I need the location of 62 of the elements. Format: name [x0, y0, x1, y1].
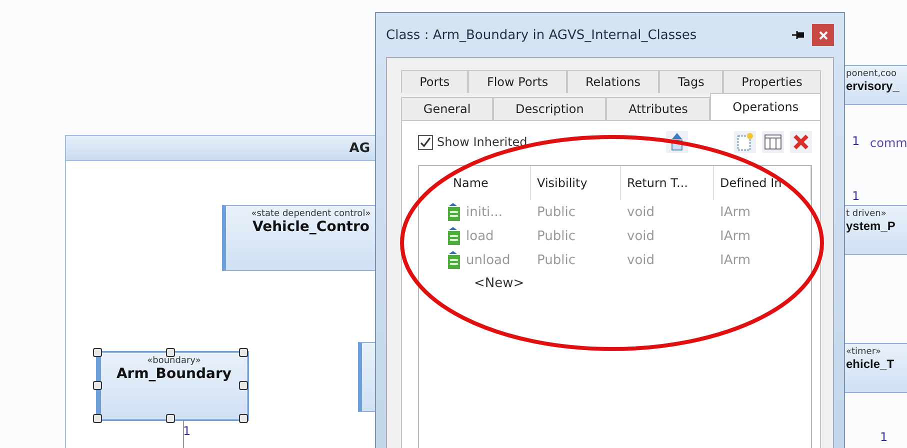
multiplicity-label: 1 [183, 424, 191, 438]
tab[interactable]: Ports [401, 70, 468, 93]
tab[interactable]: Description [493, 97, 606, 120]
table-cell-text: void [626, 204, 656, 222]
stereotype-label: «state dependent control» [251, 209, 371, 219]
selection-handle[interactable] [239, 381, 248, 390]
tab[interactable]: Tags [659, 70, 724, 93]
column-header[interactable]: Visibility [531, 166, 621, 200]
class-name: Vehicle_Contro [252, 219, 370, 235]
stereotype-label: t driven» [846, 209, 886, 219]
stereotype-label: ponent,coo [846, 69, 897, 79]
tab[interactable]: Attributes [606, 97, 710, 120]
stereotype-label: «boundary» [147, 356, 201, 366]
table-cell-text: void [626, 252, 656, 270]
table-cell-text: IArm [719, 228, 752, 246]
multiplicity-label: 1 [852, 134, 860, 148]
delete-button[interactable] [790, 131, 812, 153]
table-cell-text: Public [536, 204, 576, 222]
selection-handle[interactable] [239, 414, 248, 423]
close-button[interactable] [812, 24, 834, 46]
package-title: AG [349, 140, 370, 156]
table-cell-text: IArm [719, 252, 752, 270]
table-cell-text: IArm [719, 204, 752, 222]
new-operation-button[interactable] [734, 131, 756, 153]
check-icon [420, 136, 431, 148]
operation-icon [447, 227, 461, 245]
operation-icon [447, 203, 461, 221]
operation-icon [447, 251, 461, 269]
column-header[interactable]: Return T... [621, 166, 714, 200]
selection-handle[interactable] [93, 414, 102, 423]
selection-handle[interactable] [93, 348, 102, 357]
tab[interactable]: Relations [566, 70, 660, 93]
pin-icon[interactable] [792, 31, 804, 39]
class-name: ystem_P [846, 219, 896, 233]
close-icon [818, 30, 828, 40]
selection-handle[interactable] [93, 381, 102, 390]
new-row-placeholder[interactable]: <New> [419, 273, 524, 291]
table-cell-text: Public [536, 228, 576, 246]
selection-handle[interactable] [239, 348, 248, 357]
table-cell-text: Public [536, 252, 576, 270]
table-cell-text: void [626, 228, 656, 246]
show-inherited-checkbox[interactable]: Show Inherited [418, 134, 660, 150]
tab[interactable]: Operations [710, 93, 821, 120]
class-name: ervisory_ [846, 79, 900, 93]
column-header[interactable]: Defined In [714, 166, 811, 200]
window-title: Class : Arm_Boundary in AGVS_Internal_Classes [386, 28, 698, 42]
class-node[interactable]: ponent,coo ervisory_ [844, 65, 907, 105]
selection-handle[interactable] [166, 348, 175, 357]
class-name: Arm_Boundary [116, 366, 232, 382]
class-name: ehicle_T [846, 357, 894, 371]
columns-button[interactable] [762, 131, 784, 153]
multiplicity-label: 1 [852, 189, 860, 203]
multiplicity-label: 1 [880, 430, 888, 444]
role-label: comm [870, 136, 907, 150]
tab[interactable]: General [401, 97, 494, 120]
class-node[interactable]: «timer» ehicle_T [844, 343, 907, 393]
selection-handle[interactable] [166, 414, 175, 423]
tab[interactable]: Properties [723, 70, 821, 93]
column-header[interactable]: Name [419, 166, 531, 200]
stereotype-label: «timer» [846, 347, 882, 357]
tab[interactable]: Flow Ports [468, 70, 567, 93]
class-node[interactable]: t driven» ystem_P [844, 205, 907, 255]
